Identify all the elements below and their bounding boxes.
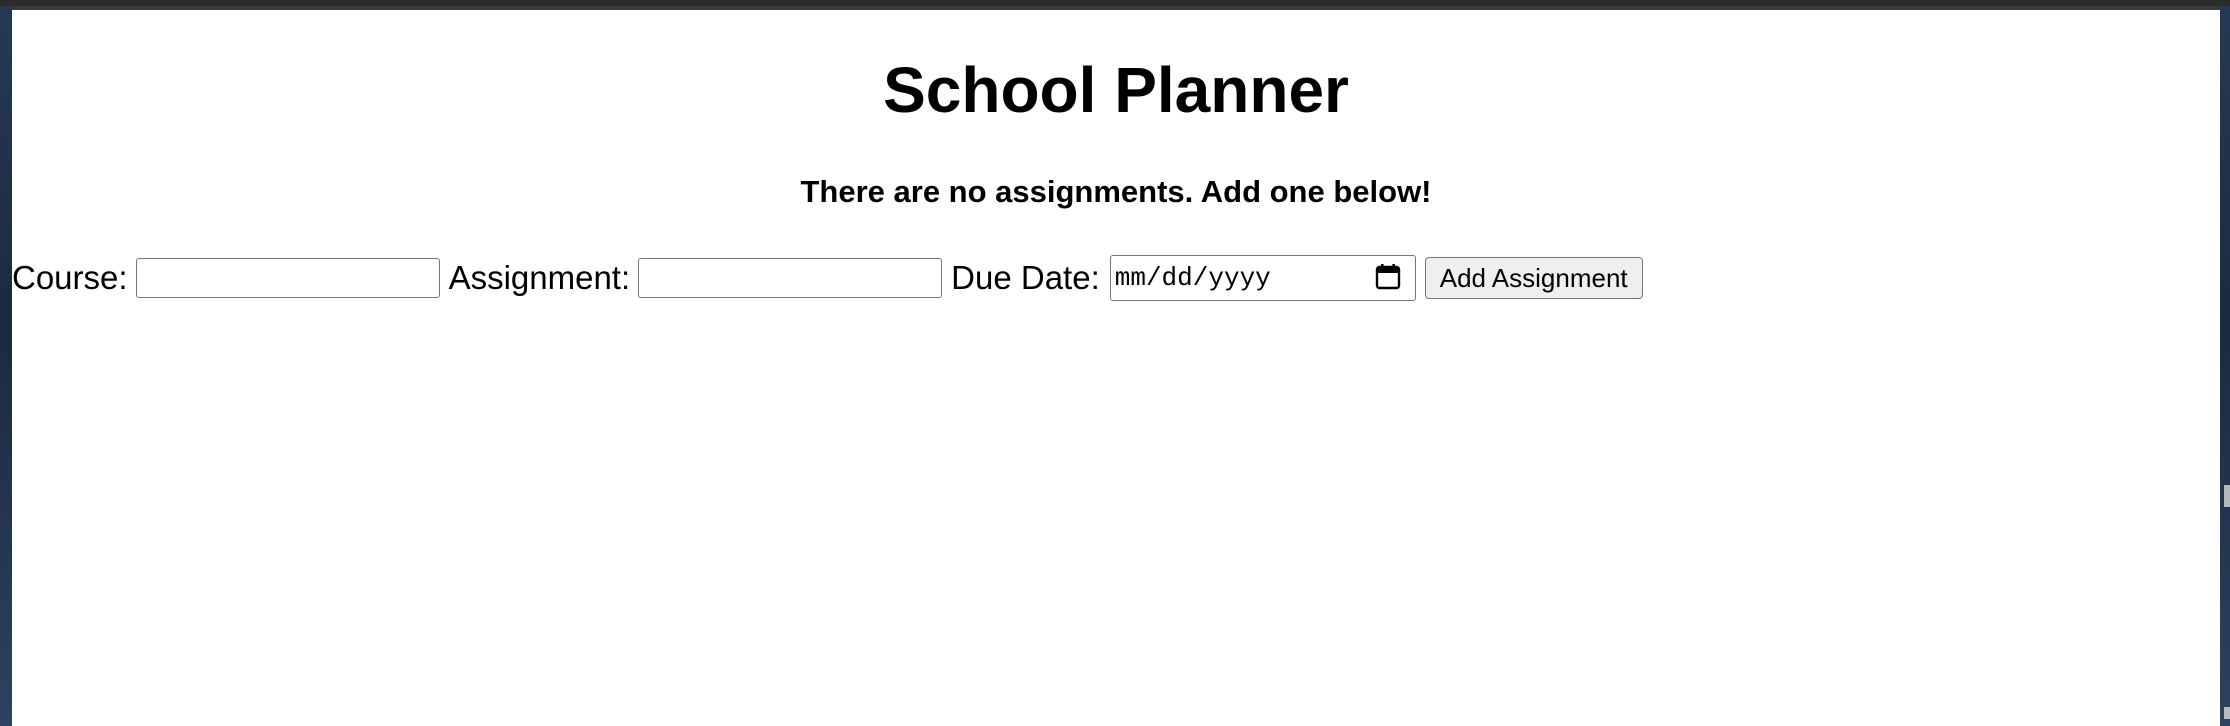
assignment-label: Assignment: [448, 259, 631, 296]
add-assignment-form: Course: Assignment: Due Date: mm/dd/yyyy… [12, 254, 1643, 302]
course-input[interactable] [135, 258, 440, 298]
add-assignment-button[interactable]: Add Assignment [1424, 257, 1643, 299]
assignment-input[interactable] [638, 258, 943, 298]
desktop-edge-mark [2224, 485, 2230, 507]
due-date-label: Due Date: [951, 259, 1100, 296]
due-date-placeholder: mm/dd/yyyy [1114, 263, 1271, 293]
due-date-input[interactable]: mm/dd/yyyy [1109, 255, 1416, 301]
page-title: School Planner [883, 54, 1349, 126]
course-label: Course: [12, 259, 128, 296]
desktop-edge-mark [2224, 707, 2230, 719]
empty-assignments-message: There are no assignments. Add one below! [800, 174, 1432, 209]
browser-window: School Planner There are no assignments.… [12, 6, 2220, 726]
calendar-icon[interactable] [1375, 263, 1401, 291]
